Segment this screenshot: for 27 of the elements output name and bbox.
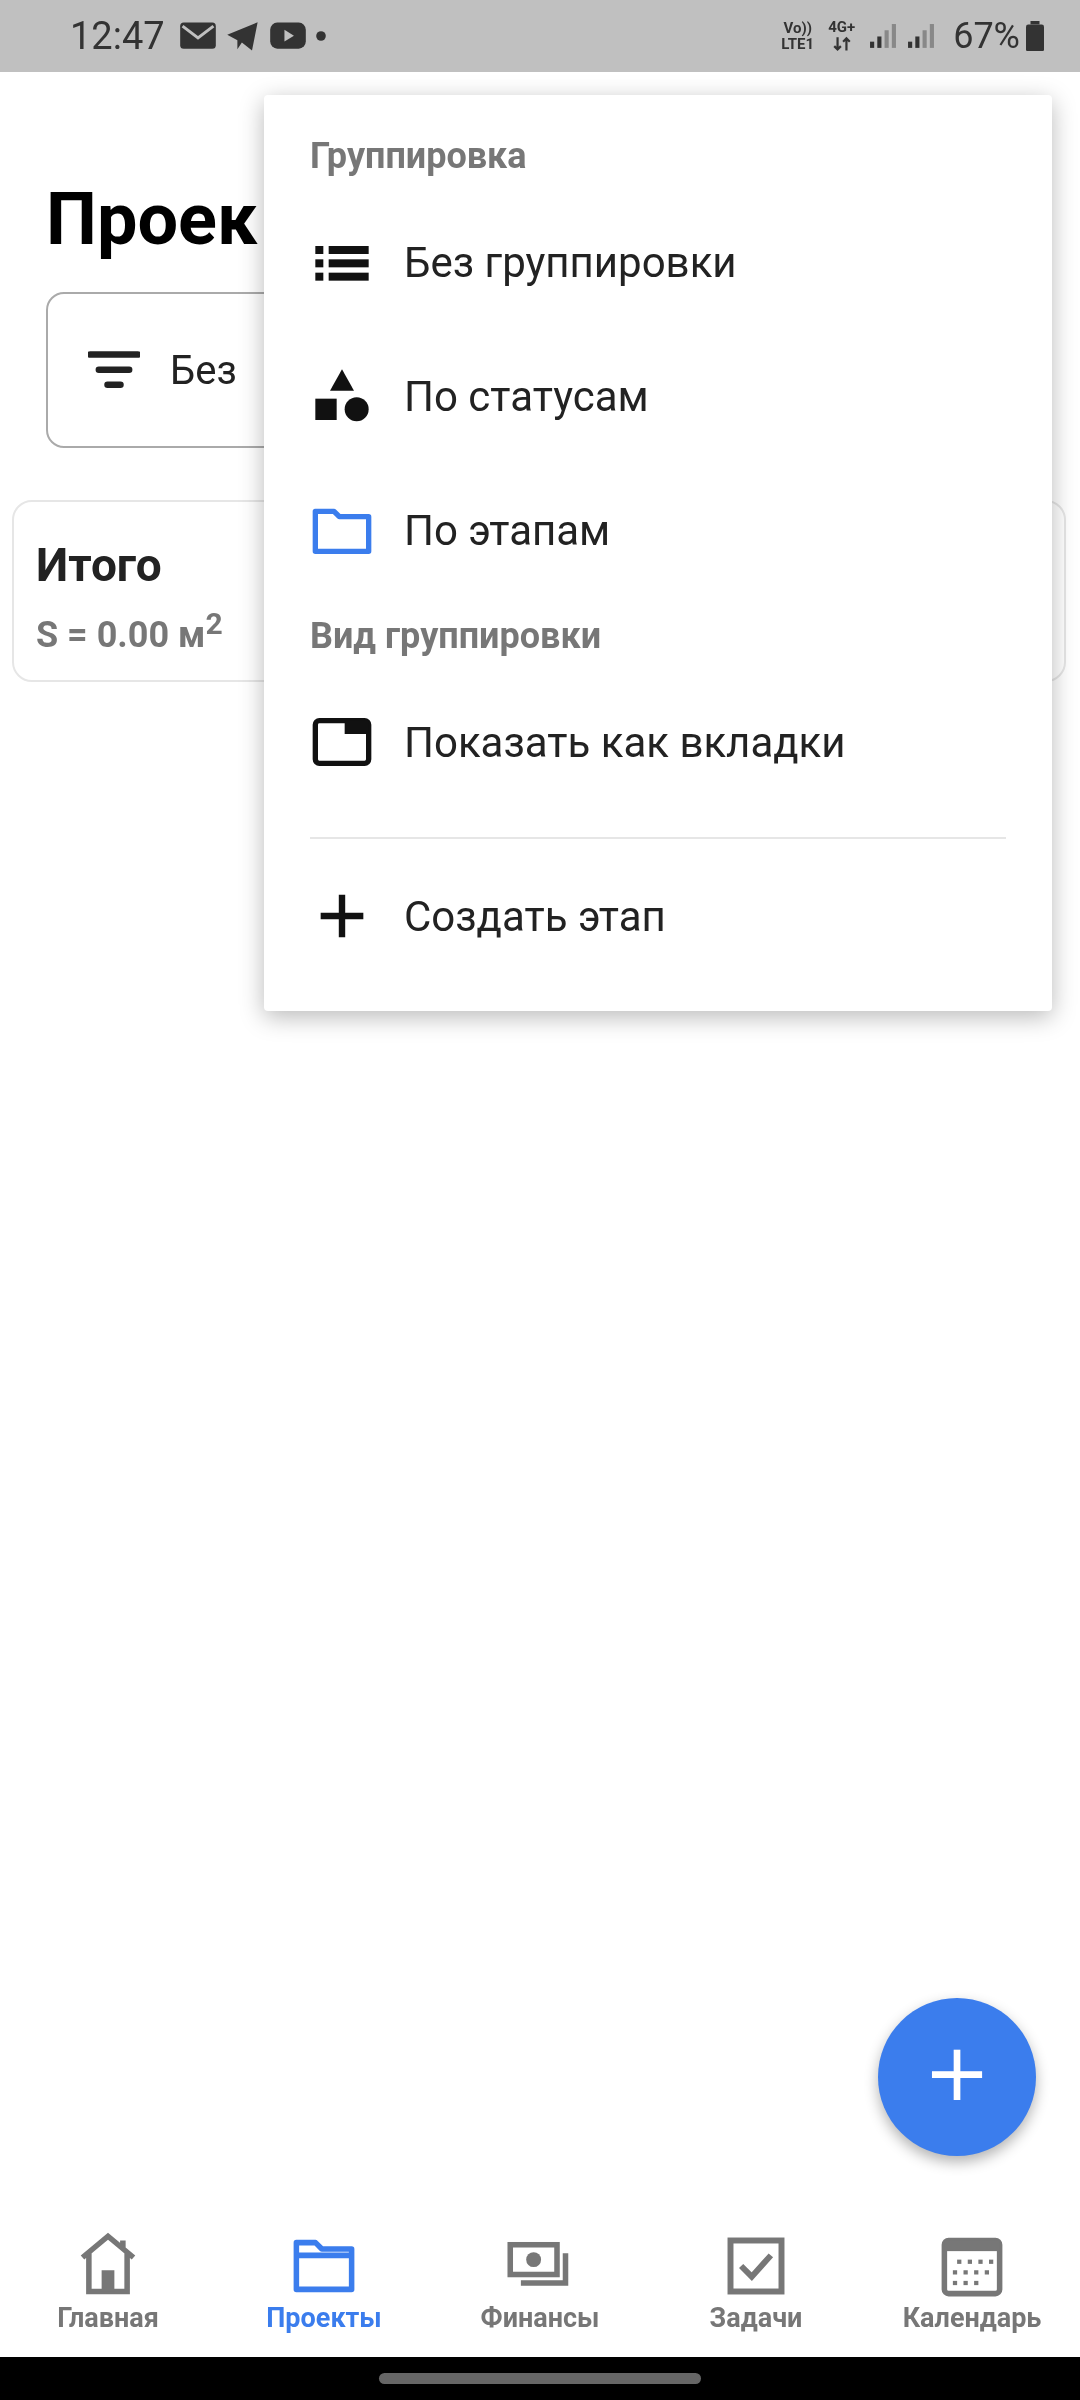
area-value: S = 0.00 м$^{2}$ [36,606,223,656]
network-label: Vo)) [783,20,812,36]
battery-percent: 67% [953,15,1020,57]
status-time: 12:47 [70,14,165,58]
network-label: 4G+ [828,19,856,36]
nav-tab[interactable]: Проекты [216,2220,432,2357]
menu-item[interactable]: Создать этап [264,849,1052,983]
nav-tab[interactable]: Задачи [648,2220,864,2357]
dot-icon [314,30,327,42]
nav-tab[interactable]: Финансы [432,2220,648,2357]
menu-item[interactable]: По этапам [264,463,1052,597]
nav-tab[interactable]: Главная [0,2220,216,2357]
menu-item[interactable]: Показать как вкладки [264,675,1052,809]
card-title: Итого [36,538,162,592]
signal-icon [869,23,898,49]
page-title: Проек [46,180,258,260]
menu-section-title: Вид группировки [309,614,603,659]
add-button[interactable]: + [878,1998,1036,2156]
network-label: LTE1 [781,36,815,52]
home-indicator[interactable] [379,2373,701,2384]
menu-section-title: Группировка [309,134,528,179]
signal-icon [907,23,936,49]
menu-item[interactable]: Без группировки [264,195,1052,329]
data-arrows-icon [831,35,852,53]
nav-tab[interactable]: Календарь [864,2220,1080,2357]
battery-icon [1026,20,1044,52]
menu-item[interactable]: По статусам [264,329,1052,463]
